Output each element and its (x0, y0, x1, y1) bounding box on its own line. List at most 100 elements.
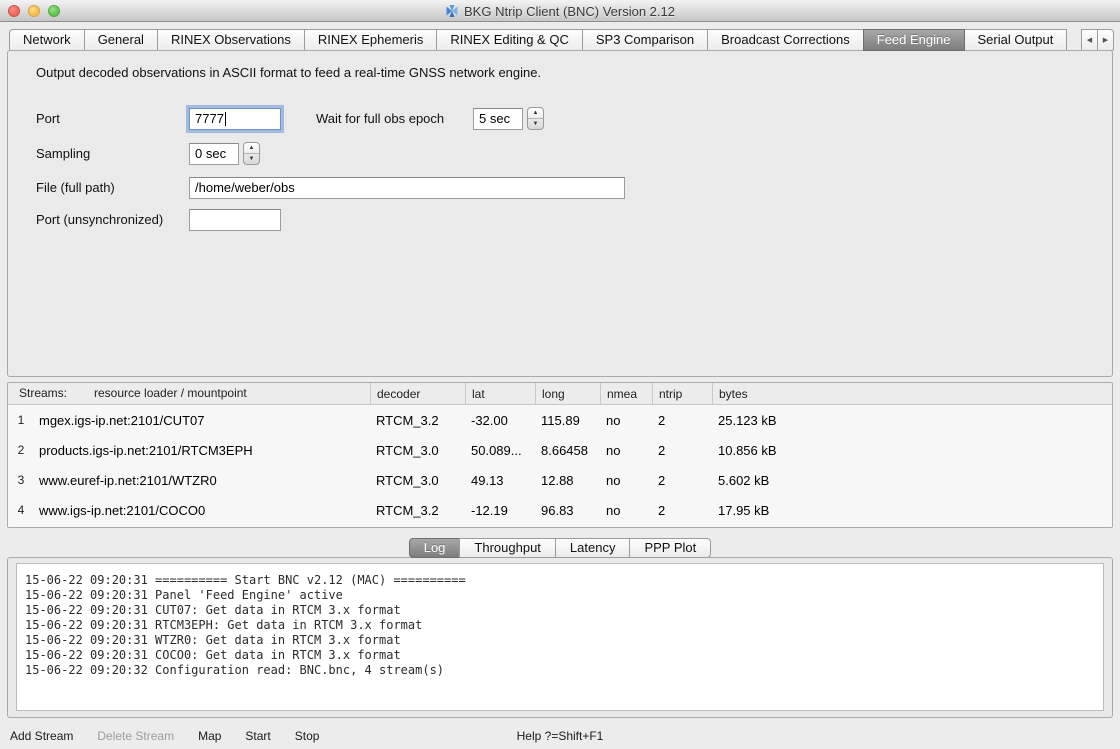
close-button[interactable] (8, 5, 20, 17)
tab-throughput[interactable]: Throughput (459, 538, 556, 558)
stream-long: 8.66458 (535, 443, 600, 458)
bnc-app-icon (445, 4, 459, 18)
col-header-decoder: decoder (370, 383, 465, 404)
window-controls (8, 5, 60, 17)
feed-engine-panel: Output decoded observations in ASCII for… (7, 50, 1113, 377)
row-number: 3 (8, 473, 34, 487)
sampling-label: Sampling (36, 143, 90, 165)
streams-header-first: Streams: resource loader / mountpoint (8, 383, 370, 404)
log-line: 15-06-22 09:20:31 WTZR0: Get data in RTC… (25, 633, 1103, 648)
stream-row[interactable]: 1 mgex.igs-ip.net:2101/CUT07 RTCM_3.2 -3… (8, 405, 1112, 435)
tab-broadcast-corrections[interactable]: Broadcast Corrections (707, 29, 864, 51)
stream-bytes: 17.95 kB (712, 503, 1112, 518)
stream-bytes: 25.123 kB (712, 413, 1112, 428)
tab-ppp-plot[interactable]: PPP Plot (629, 538, 711, 558)
stream-ntrip: 2 (652, 413, 712, 428)
tab-rinex-observations[interactable]: RINEX Observations (157, 29, 305, 51)
stream-decoder: RTCM_3.0 (370, 473, 465, 488)
wait-epoch-spinner: ▲ ▼ (527, 107, 544, 130)
port-unsync-label: Port (unsynchronized) (36, 209, 163, 231)
start-button[interactable]: Start (245, 729, 270, 743)
tab-scroll-left-button[interactable]: ◀ (1081, 29, 1098, 51)
col-header-ntrip: ntrip (652, 383, 712, 404)
spin-up-button[interactable]: ▲ (528, 108, 543, 119)
tab-general[interactable]: General (84, 29, 158, 51)
file-path-label: File (full path) (36, 177, 115, 199)
tab-network[interactable]: Network (9, 29, 85, 51)
zoom-button[interactable] (48, 5, 60, 17)
text-caret (225, 112, 226, 126)
col-header-lat: lat (465, 383, 535, 404)
wait-epoch-label: Wait for full obs epoch (316, 108, 444, 130)
stream-lat: 49.13 (465, 473, 535, 488)
tab-feed-engine[interactable]: Feed Engine (863, 29, 965, 51)
sampling-spinner: ▲ ▼ (243, 142, 260, 165)
delete-stream-button[interactable]: Delete Stream (97, 729, 174, 743)
sampling-field[interactable]: 0 sec (189, 143, 239, 165)
window-title: BKG Ntrip Client (BNC) Version 2.12 (464, 4, 675, 19)
col-header-bytes: bytes (712, 383, 1112, 404)
tab-scroll-right-button[interactable]: ▶ (1097, 29, 1114, 51)
row-number: 2 (8, 443, 34, 457)
down-arrow-icon: ▼ (533, 121, 539, 127)
port-unsync-input[interactable] (189, 209, 281, 231)
bottom-tab-bar: Log Throughput Latency PPP Plot (0, 538, 1120, 558)
stream-mountpoint: products.igs-ip.net:2101/RTCM3EPH (34, 443, 370, 458)
log-line: 15-06-22 09:20:32 Configuration read: BN… (25, 663, 1103, 678)
port-input[interactable]: 7777 (189, 108, 281, 130)
col-header-long: long (535, 383, 600, 404)
log-line: 15-06-22 09:20:31 Panel 'Feed Engine' ac… (25, 588, 1103, 603)
stream-mountpoint: www.euref-ip.net:2101/WTZR0 (34, 473, 370, 488)
stream-mountpoint: www.igs-ip.net:2101/COCO0 (34, 503, 370, 518)
add-stream-button[interactable]: Add Stream (10, 729, 73, 743)
bottom-toolbar: Add Stream Delete Stream Map Start Stop … (0, 722, 1120, 749)
log-line: 15-06-22 09:20:31 COCO0: Get data in RTC… (25, 648, 1103, 663)
stream-bytes: 10.856 kB (712, 443, 1112, 458)
log-panel: 15-06-22 09:20:31 ========== Start BNC v… (7, 557, 1113, 718)
log-line: 15-06-22 09:20:31 CUT07: Get data in RTC… (25, 603, 1103, 618)
stream-nmea: no (600, 443, 652, 458)
spin-down-button[interactable]: ▼ (528, 119, 543, 129)
stream-row[interactable]: 3 www.euref-ip.net:2101/WTZR0 RTCM_3.0 4… (8, 465, 1112, 495)
window-titlebar: BKG Ntrip Client (BNC) Version 2.12 (0, 0, 1120, 22)
panel-description: Output decoded observations in ASCII for… (36, 65, 541, 80)
stream-mountpoint: mgex.igs-ip.net:2101/CUT07 (34, 413, 370, 428)
stream-ntrip: 2 (652, 473, 712, 488)
log-line: 15-06-22 09:20:31 ========== Start BNC v… (25, 573, 1103, 588)
tab-sp3-comparison[interactable]: SP3 Comparison (582, 29, 708, 51)
streams-table: Streams: resource loader / mountpoint de… (7, 382, 1113, 528)
stream-row[interactable]: 4 www.igs-ip.net:2101/COCO0 RTCM_3.2 -12… (8, 495, 1112, 525)
port-label: Port (36, 108, 60, 130)
file-path-value: /home/weber/obs (195, 178, 295, 198)
minimize-button[interactable] (28, 5, 40, 17)
tab-serial-output[interactable]: Serial Output (964, 29, 1068, 51)
tab-log[interactable]: Log (409, 538, 461, 558)
row-number: 1 (8, 413, 34, 427)
stream-row[interactable]: 2 products.igs-ip.net:2101/RTCM3EPH RTCM… (8, 435, 1112, 465)
up-arrow-icon: ▲ (249, 145, 255, 151)
up-arrow-icon: ▲ (533, 110, 539, 116)
stream-lat: 50.089... (465, 443, 535, 458)
wait-epoch-field[interactable]: 5 sec (473, 108, 523, 130)
left-arrow-icon: ◀ (1087, 36, 1092, 44)
spin-up-button[interactable]: ▲ (244, 143, 259, 154)
tab-rinex-ephemeris[interactable]: RINEX Ephemeris (304, 29, 437, 51)
log-line: 15-06-22 09:20:31 RTCM3EPH: Get data in … (25, 618, 1103, 633)
spin-down-button[interactable]: ▼ (244, 154, 259, 164)
stream-ntrip: 2 (652, 503, 712, 518)
row-number: 4 (8, 503, 34, 517)
stop-button[interactable]: Stop (295, 729, 320, 743)
streams-header-row: Streams: resource loader / mountpoint de… (8, 383, 1112, 405)
tab-rinex-editing-qc[interactable]: RINEX Editing & QC (436, 29, 583, 51)
map-button[interactable]: Map (198, 729, 221, 743)
file-path-input[interactable]: /home/weber/obs (189, 177, 625, 199)
down-arrow-icon: ▼ (249, 156, 255, 162)
window-title-area: BKG Ntrip Client (BNC) Version 2.12 (0, 0, 1120, 22)
stream-nmea: no (600, 413, 652, 428)
stream-long: 96.83 (535, 503, 600, 518)
port-value: 7777 (195, 109, 224, 129)
log-output[interactable]: 15-06-22 09:20:31 ========== Start BNC v… (16, 563, 1104, 711)
tab-latency[interactable]: Latency (555, 538, 631, 558)
stream-decoder: RTCM_3.0 (370, 443, 465, 458)
right-arrow-icon: ▶ (1103, 36, 1108, 44)
